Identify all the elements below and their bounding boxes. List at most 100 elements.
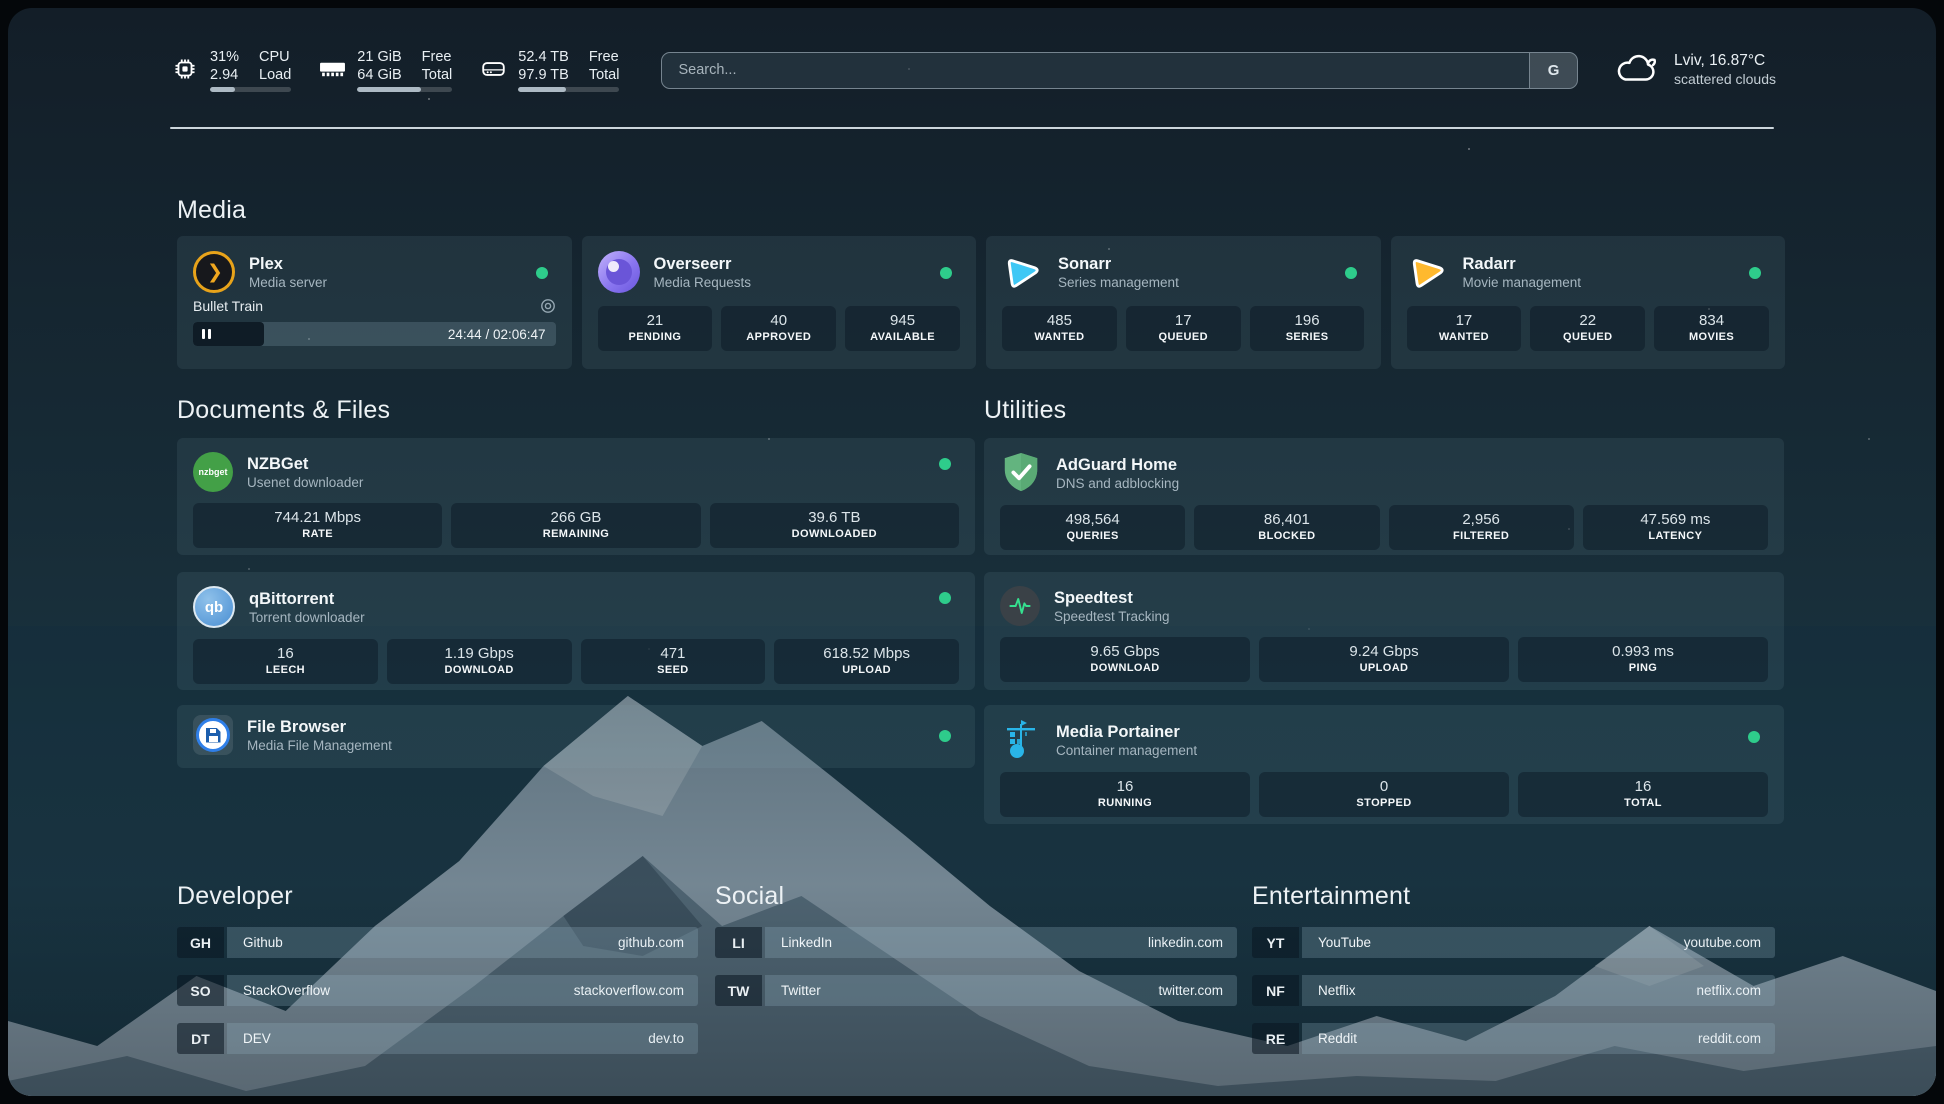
bookmark-abbr: TW [715, 975, 762, 1006]
service-desc: Usenet downloader [247, 474, 363, 491]
service-card-portainer[interactable]: Media Portainer Container management 16R… [984, 705, 1784, 824]
service-name: AdGuard Home [1056, 455, 1179, 475]
bookmark-netflix[interactable]: NF Netflixnetflix.com [1252, 975, 1775, 1006]
service-name: File Browser [247, 717, 392, 737]
bookmark-abbr: SO [177, 975, 224, 1006]
now-playing-title: Bullet Train [193, 298, 263, 314]
section-title-entertainment: Entertainment [1252, 882, 1410, 911]
cpu-widget: 31%2.94 CPULoad [170, 48, 291, 92]
service-card-plex[interactable]: ❯ Plex Media server Bullet Train 24 [177, 236, 572, 369]
playback-progress-bar[interactable]: 24:44 / 02:06:47 [193, 322, 556, 346]
section-title-media: Media [177, 196, 246, 225]
bookmark-name: LinkedIn [781, 935, 832, 950]
cpu-icon [170, 56, 200, 82]
stat-remaining: 266 GBREMAINING [451, 503, 700, 548]
weather-condition: scattered clouds [1674, 70, 1776, 89]
top-bar: 31%2.94 CPULoad 21 GiB64 GiB FreeTotal [170, 42, 1776, 98]
service-card-speedtest[interactable]: Speedtest Speedtest Tracking 9.65 GbpsDO… [984, 572, 1784, 690]
portainer-icon [1000, 719, 1042, 761]
adguard-icon [1000, 452, 1042, 494]
disk-label-2: Total [589, 66, 620, 84]
service-name: Speedtest [1054, 588, 1170, 608]
memory-label-1: Free [422, 48, 452, 66]
service-desc: Media Requests [654, 274, 752, 291]
service-desc: Media File Management [247, 737, 392, 754]
service-desc: Series management [1058, 274, 1179, 291]
search-input[interactable] [662, 53, 1529, 88]
bookmark-abbr: LI [715, 927, 762, 958]
social-bookmarks: LI LinkedIn linkedin.com TW Twitter twitte… [715, 927, 1237, 1006]
service-name: Plex [249, 254, 327, 274]
bookmark-stackoverflow[interactable]: SO StackOverflowstackoverflow.com [177, 975, 698, 1006]
stat-available: 945AVAILABLE [845, 306, 960, 351]
bookmark-abbr: YT [1252, 927, 1299, 958]
dashboard: 31%2.94 CPULoad 21 GiB64 GiB FreeTotal [8, 8, 1936, 1096]
disk-bar [518, 87, 619, 92]
cpu-bar [210, 87, 291, 92]
topbar-divider [170, 127, 1774, 129]
section-title-documents: Documents & Files [177, 396, 390, 425]
filebrowser-icon [193, 715, 233, 755]
cpu-label-2: Load [259, 66, 291, 84]
bookmark-linkedin[interactable]: LI LinkedIn linkedin.com [715, 927, 1237, 958]
bookmark-url: github.com [618, 935, 684, 950]
section-title-utilities: Utilities [984, 396, 1066, 425]
service-name: Media Portainer [1056, 722, 1197, 742]
bookmark-youtube[interactable]: YT YouTubeyoutube.com [1252, 927, 1775, 958]
service-card-sonarr[interactable]: Sonarr Series management 485WANTED 17QUE… [986, 236, 1381, 369]
playback-time: 24:44 / 02:06:47 [448, 327, 546, 342]
memory-free: 21 GiB [357, 48, 401, 66]
service-card-radarr[interactable]: Radarr Movie management 17WANTED 22QUEUE… [1391, 236, 1786, 369]
bookmark-url: linkedin.com [1148, 935, 1223, 950]
disk-widget: 52.4 TB97.9 TB FreeTotal [478, 48, 619, 92]
stat-movies: 834MOVIES [1654, 306, 1769, 351]
overseerr-icon [598, 251, 640, 293]
stream-settings-icon[interactable] [540, 298, 556, 314]
service-card-overseerr[interactable]: Overseerr Media Requests 21PENDING 40APP… [582, 236, 977, 369]
stat-rate: 744.21 MbpsRATE [193, 503, 442, 548]
status-dot [939, 592, 951, 604]
cloud-icon [1614, 51, 1660, 90]
bookmark-url: stackoverflow.com [574, 983, 684, 998]
stat-upload: 618.52 MbpsUPLOAD [774, 639, 959, 684]
stat-download: 9.65 GbpsDOWNLOAD [1000, 637, 1250, 682]
cpu-usage: 31% [210, 48, 239, 66]
entertainment-bookmarks: YT YouTubeyoutube.com NF Netflixnetflix.… [1252, 927, 1775, 1054]
developer-bookmarks: GH Githubgithub.com SO StackOverflowstac… [177, 927, 698, 1054]
bookmark-url: twitter.com [1158, 983, 1223, 998]
bookmark-reddit[interactable]: RE Redditreddit.com [1252, 1023, 1775, 1054]
radarr-icon [1407, 251, 1449, 293]
bookmark-github[interactable]: GH Githubgithub.com [177, 927, 698, 958]
status-dot [536, 267, 548, 279]
service-desc: Speedtest Tracking [1054, 608, 1170, 625]
playback-elapsed [193, 322, 264, 346]
service-card-qbittorrent[interactable]: qb qBittorrent Torrent downloader 16LEEC… [177, 572, 975, 690]
bookmark-name: Reddit [1318, 1031, 1357, 1046]
search-bar[interactable]: G [661, 52, 1578, 89]
bookmark-abbr: DT [177, 1023, 224, 1054]
weather-location-temp: Lviv, 16.87°C [1674, 51, 1776, 70]
service-card-adguard[interactable]: AdGuard Home DNS and adblocking 498,564Q… [984, 438, 1784, 555]
bookmark-name: YouTube [1318, 935, 1371, 950]
stat-stopped: 0STOPPED [1259, 772, 1509, 817]
bookmark-abbr: GH [177, 927, 224, 958]
section-title-developer: Developer [177, 882, 293, 911]
stat-downloaded: 39.6 TBDOWNLOADED [710, 503, 959, 548]
service-desc: Container management [1056, 742, 1197, 759]
stat-wanted: 17WANTED [1407, 306, 1522, 351]
stat-pending: 21PENDING [598, 306, 713, 351]
bookmark-url: reddit.com [1698, 1031, 1761, 1046]
service-desc: Media server [249, 274, 327, 291]
bookmark-name: Twitter [781, 983, 821, 998]
status-dot [1748, 731, 1760, 743]
stat-total: 16TOTAL [1518, 772, 1768, 817]
screen: 31%2.94 CPULoad 21 GiB64 GiB FreeTotal [0, 0, 1944, 1104]
memory-widget: 21 GiB64 GiB FreeTotal [317, 48, 452, 92]
service-card-filebrowser[interactable]: File Browser Media File Management [177, 705, 975, 768]
stat-latency: 47.569 msLATENCY [1583, 505, 1768, 550]
bookmark-dev[interactable]: DT DEVdev.to [177, 1023, 698, 1054]
service-card-nzbget[interactable]: nzbget NZBGet Usenet downloader 744.21 M… [177, 438, 975, 555]
service-desc: Movie management [1463, 274, 1582, 291]
search-provider-button[interactable]: G [1529, 53, 1577, 88]
bookmark-twitter[interactable]: TW Twitter twitter.com [715, 975, 1237, 1006]
